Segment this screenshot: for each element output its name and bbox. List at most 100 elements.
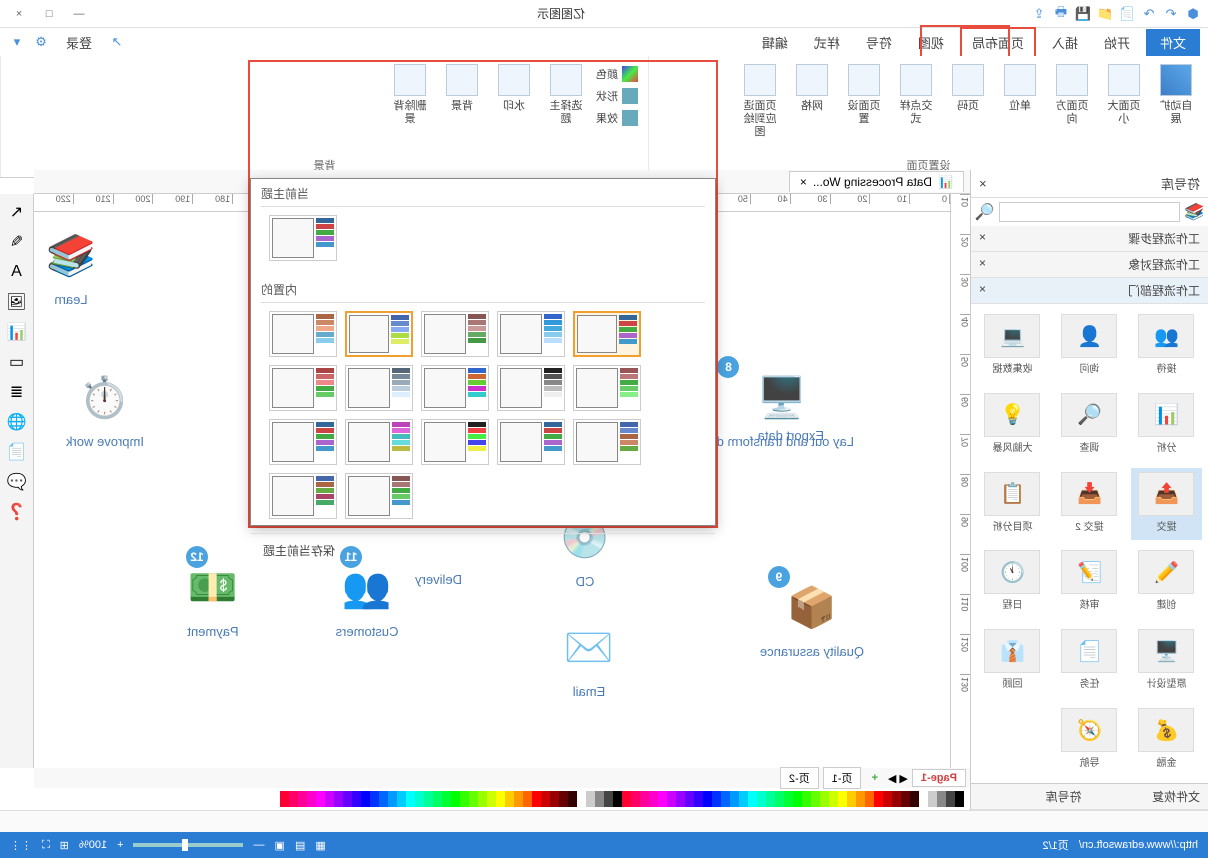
color-swatch[interactable] [703, 791, 712, 807]
color-swatch[interactable] [928, 791, 937, 807]
gear-icon[interactable]: ⚙ [32, 33, 50, 51]
add-page-button[interactable]: + [866, 772, 884, 784]
search-input[interactable] [999, 202, 1180, 222]
shape-item[interactable]: 📤提交 [1131, 468, 1202, 541]
color-swatch[interactable] [451, 791, 460, 807]
color-swatch[interactable] [892, 791, 901, 807]
color-swatch[interactable] [379, 791, 388, 807]
fullscreen-icon[interactable]: ⛶ [42, 839, 50, 852]
color-swatch[interactable] [658, 791, 667, 807]
color-swatch[interactable] [487, 791, 496, 807]
footer-tab[interactable]: 文件恢复 [1090, 784, 1208, 810]
theme-option[interactable] [421, 365, 489, 411]
shape-item[interactable]: 👥接待 [1131, 310, 1202, 383]
color-swatch[interactable] [946, 791, 955, 807]
remove-bg-button[interactable]: 删除背景 [386, 60, 434, 130]
theme-option[interactable] [269, 473, 337, 519]
canvas-shape-export[interactable]: Export data [758, 426, 825, 443]
document-tab[interactable]: 📊 Data Processing Wo... × [789, 171, 964, 192]
color-swatch[interactable] [856, 791, 865, 807]
theme-option[interactable] [345, 311, 413, 357]
canvas-shape-learn[interactable]: 📚Learn [36, 220, 106, 307]
unit-button[interactable]: 单位 [996, 60, 1044, 117]
color-swatch[interactable] [550, 791, 559, 807]
theme-option[interactable] [345, 365, 413, 411]
theme-option[interactable] [573, 365, 641, 411]
color-swatch[interactable] [298, 791, 307, 807]
cursor-icon[interactable]: ↖ [5, 200, 29, 224]
shape-item[interactable]: 📄任务 [1054, 625, 1125, 698]
globe-icon[interactable]: 🌐 [5, 410, 29, 434]
color-swatch[interactable] [757, 791, 766, 807]
color-swatch[interactable] [397, 791, 406, 807]
canvas-shape-qa[interactable]: 📦Quality assurance9 [760, 572, 864, 659]
shape-opt[interactable]: 形状 [594, 86, 640, 106]
color-swatch[interactable] [586, 791, 595, 807]
theme-option[interactable] [421, 311, 489, 357]
color-swatch[interactable] [730, 791, 739, 807]
shape-category[interactable]: 工作流程步骤× [971, 226, 1208, 252]
theme-option[interactable] [269, 311, 337, 357]
color-swatch[interactable] [784, 791, 793, 807]
close-button[interactable]: × [6, 4, 32, 24]
color-swatch[interactable] [712, 791, 721, 807]
color-swatch[interactable] [478, 791, 487, 807]
more-icon[interactable]: ⋮⋮ [10, 839, 32, 852]
shape-item[interactable]: 👔回顾 [977, 625, 1048, 698]
zoom-in[interactable]: + [117, 839, 123, 851]
color-swatch[interactable] [640, 791, 649, 807]
view-icon[interactable]: ▦ [315, 839, 325, 852]
tab-insert[interactable]: 插入 [1042, 29, 1088, 56]
export-icon[interactable]: ⇪ [1030, 5, 1048, 23]
tab-style[interactable]: 样式 [804, 29, 850, 56]
shape-item[interactable]: 💡大脑风暴 [977, 389, 1048, 462]
color-swatch[interactable] [334, 791, 343, 807]
color-swatch[interactable] [316, 791, 325, 807]
theme-option[interactable] [497, 365, 565, 411]
color-swatch[interactable] [424, 791, 433, 807]
page-tab[interactable]: Page-1 [912, 769, 966, 787]
color-swatch[interactable] [910, 791, 919, 807]
shape-item[interactable]: 📊分析 [1131, 389, 1202, 462]
color-swatch[interactable] [847, 791, 856, 807]
color-swatch[interactable] [937, 791, 946, 807]
color-swatch[interactable] [460, 791, 469, 807]
shape-item[interactable]: 🖥️原型设计 [1131, 625, 1202, 698]
color-swatch[interactable] [541, 791, 550, 807]
color-swatch[interactable] [307, 791, 316, 807]
theme-current[interactable] [269, 215, 337, 261]
color-swatch[interactable] [811, 791, 820, 807]
save-icon[interactable]: 💾 [1074, 5, 1092, 23]
page-tab[interactable]: 页-1 [823, 767, 862, 789]
help-dropdown-icon[interactable]: ▾ [8, 33, 26, 51]
color-swatch[interactable] [874, 791, 883, 807]
shape-item[interactable]: 🧭导航 [1054, 704, 1125, 777]
color-swatch[interactable] [838, 791, 847, 807]
background-button[interactable]: 背景 [438, 60, 486, 117]
color-swatch[interactable] [622, 791, 631, 807]
color-swatch[interactable] [649, 791, 658, 807]
color-swatch[interactable] [721, 791, 730, 807]
rect-icon[interactable]: ▭ [5, 350, 29, 374]
color-swatch[interactable] [523, 791, 532, 807]
zoom-out[interactable]: — [254, 839, 265, 851]
canvas-shape-email[interactable]: ✉️Email [554, 612, 624, 699]
canvas-shape-delivery[interactable]: Delivery [415, 570, 462, 587]
shape-item[interactable]: 💰金融 [1131, 704, 1202, 777]
tab-close-icon[interactable]: × [800, 175, 807, 189]
color-swatch[interactable] [865, 791, 874, 807]
comment-icon[interactable]: 💬 [5, 470, 29, 494]
color-swatch[interactable] [388, 791, 397, 807]
color-swatch[interactable] [532, 791, 541, 807]
shape-item[interactable]: 📋项目分析 [977, 468, 1048, 541]
color-swatch[interactable] [631, 791, 640, 807]
shape-item[interactable]: ✏️创建 [1131, 546, 1202, 619]
layers-icon[interactable]: ≣ [5, 380, 29, 404]
panel-close-icon[interactable]: × [979, 176, 987, 191]
canvas-shape-payment[interactable]: 💵Payment12 [178, 552, 248, 639]
fit-page-button[interactable]: 页面适应到绘图 [736, 60, 784, 144]
open-icon[interactable]: 📁 [1096, 5, 1114, 23]
tab-edit[interactable]: 编辑 [752, 29, 798, 56]
color-swatch[interactable] [361, 791, 370, 807]
color-swatch[interactable] [676, 791, 685, 807]
